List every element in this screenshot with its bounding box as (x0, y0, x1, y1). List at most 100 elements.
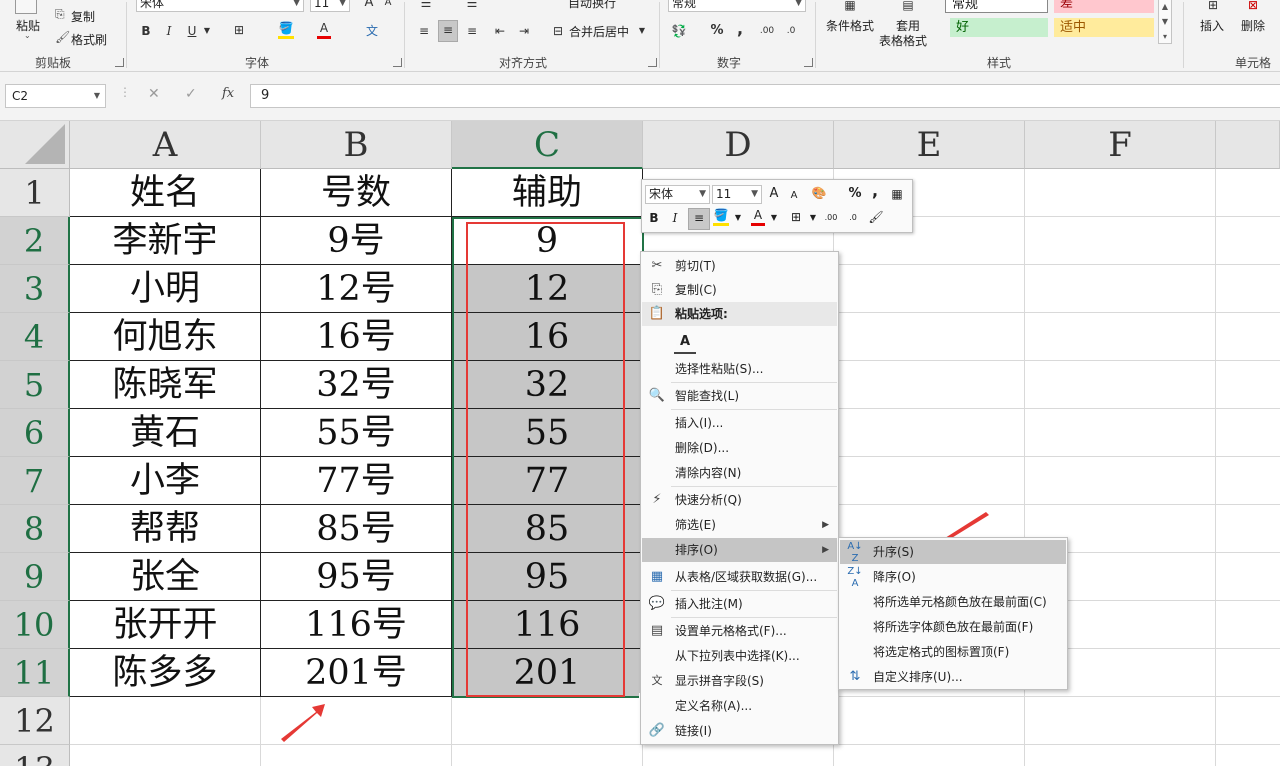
align-center-icon[interactable]: ≡ (438, 20, 458, 42)
cell-c1[interactable]: 辅助 (452, 169, 643, 217)
column-header-e[interactable]: E (834, 121, 1025, 169)
decrease-decimal-icon[interactable]: .0 (782, 22, 800, 40)
cell-a6[interactable]: 黄石 (70, 409, 261, 457)
fill-color-icon[interactable]: 🪣 (278, 20, 294, 39)
cell-b2[interactable]: 9号 (261, 217, 452, 265)
mini-borders-icon[interactable]: ⊞ (788, 208, 804, 226)
cell-b1[interactable]: 号数 (261, 169, 452, 217)
cell-b5[interactable]: 32号 (261, 361, 452, 409)
table-format-button-line2[interactable]: 表格格式 (879, 32, 927, 49)
mini-font-size-select[interactable]: 11 ▼ (712, 185, 762, 204)
chevron-down-icon[interactable]: ▼ (809, 209, 817, 227)
underline-dropdown-icon[interactable]: ▼ (203, 22, 211, 40)
submenu-item-sort-asc[interactable]: A↓ Z 升序(S) (840, 540, 1066, 564)
cell-a7[interactable]: 小李 (70, 457, 261, 505)
cell-a8[interactable]: 帮帮 (70, 505, 261, 553)
format-painter-button[interactable]: 格式刷 (71, 31, 107, 48)
row-header-9[interactable]: 9 (0, 553, 70, 601)
borders-icon[interactable]: ⊞ (232, 21, 246, 39)
cell-b4[interactable]: 16号 (261, 313, 452, 361)
number-launcher-icon[interactable] (804, 58, 813, 67)
cell-b8[interactable]: 85号 (261, 505, 452, 553)
row-header-13[interactable]: 13 (0, 745, 70, 766)
row-header-3[interactable]: 3 (0, 265, 70, 313)
decrease-indent-icon[interactable]: ⇤ (492, 22, 508, 40)
underline-button[interactable]: U (185, 22, 199, 40)
cell-a9[interactable]: 张全 (70, 553, 261, 601)
align-middle-icon[interactable]: ☰ (464, 0, 480, 12)
mini-increase-decimal-icon[interactable]: .00 (823, 209, 839, 227)
increase-indent-icon[interactable]: ⇥ (516, 22, 532, 40)
paste-dropdown-icon[interactable]: ⌄ (24, 31, 31, 40)
submenu-item-sort-desc[interactable]: Z↓ A 降序(O) (840, 565, 1066, 589)
cell-a10[interactable]: 张开开 (70, 601, 261, 649)
increase-font-button[interactable]: A (362, 0, 376, 12)
chevron-down-icon[interactable]: ▼ (770, 209, 778, 227)
row-header-11[interactable]: 11 (0, 649, 70, 697)
paste-icon[interactable] (15, 0, 37, 14)
column-header-c[interactable]: C (452, 121, 643, 169)
mini-decrease-font-icon[interactable]: A (788, 187, 800, 205)
cell-c12[interactable] (452, 697, 643, 745)
cell-a2[interactable]: 李新宇 (70, 217, 261, 265)
mini-italic-button[interactable]: I (669, 209, 681, 227)
column-header-g[interactable] (1216, 121, 1280, 169)
row-header-6[interactable]: 6 (0, 409, 70, 457)
cell-b9[interactable]: 95号 (261, 553, 452, 601)
menu-item-sort[interactable]: 排序(O) ▶ (642, 538, 837, 562)
row-header-7[interactable]: 7 (0, 457, 70, 505)
mini-cell-style-icon[interactable]: 🎨 (808, 184, 830, 202)
font-launcher-icon[interactable] (393, 58, 402, 67)
submenu-item-icon-top[interactable]: 将选定格式的图标置顶(F) (840, 640, 1066, 664)
cell-a11[interactable]: 陈多多 (70, 649, 261, 697)
cell-a1[interactable]: 姓名 (70, 169, 261, 217)
menu-item-pick-list[interactable]: 从下拉列表中选择(K)... (642, 644, 837, 668)
mini-decrease-decimal-icon[interactable]: .0 (845, 209, 861, 227)
menu-item-from-table[interactable]: ▦ 从表格/区域获取数据(G)... (642, 565, 837, 589)
menu-item-filter[interactable]: 筛选(E) ▶ (642, 513, 837, 537)
font-size-select[interactable]: 11 ▼ (310, 0, 350, 12)
phonetic-button[interactable]: 文 (364, 22, 380, 40)
chevron-down-icon[interactable]: ▼ (94, 85, 100, 107)
number-format-select[interactable]: 常规 ▼ (668, 0, 806, 12)
row-header-10[interactable]: 10 (0, 601, 70, 649)
column-header-d[interactable]: D (643, 121, 834, 169)
mini-format-icon[interactable]: ▦ (888, 185, 906, 203)
menu-item-clear[interactable]: 清除内容(N) (642, 461, 837, 485)
menu-item-insert-comment[interactable]: 💬 插入批注(M) (642, 592, 837, 616)
chevron-down-icon[interactable]: ▼ (734, 209, 742, 227)
row-header-8[interactable]: 8 (0, 505, 70, 553)
cell-a12[interactable] (70, 697, 261, 745)
submenu-item-custom-sort[interactable]: ⇅ 自定义排序(U)... (840, 665, 1066, 689)
mini-percent-button[interactable]: % (847, 185, 863, 203)
cell-b10[interactable]: 116号 (261, 601, 452, 649)
delete-cells-button[interactable]: 删除 (1241, 17, 1265, 34)
menu-item-phonetic[interactable]: 文显示拼音字段(S) (642, 669, 837, 693)
paste-option-keep-text-icon[interactable]: A (674, 330, 696, 354)
align-top-icon[interactable]: ☰ (418, 0, 434, 12)
style-bad[interactable]: 差 (1054, 0, 1154, 13)
comma-button[interactable]: , (735, 20, 745, 38)
menu-item-format-cells[interactable]: ▤ 设置单元格格式(F)... (642, 619, 837, 643)
copy-button[interactable]: 复制 (71, 8, 95, 25)
mini-fill-color-icon[interactable]: 🪣 (713, 207, 729, 226)
menu-item-link[interactable]: 🔗 链接(I) (642, 719, 837, 743)
cell-a5[interactable]: 陈晓军 (70, 361, 261, 409)
name-box[interactable]: C2 ▼ (5, 84, 106, 108)
cell-b13[interactable] (261, 745, 452, 766)
align-right-icon[interactable]: ≡ (464, 22, 480, 40)
row-header-12[interactable]: 12 (0, 697, 70, 745)
column-header-f[interactable]: F (1025, 121, 1216, 169)
enter-icon[interactable]: ✓ (185, 86, 197, 102)
conditional-format-button[interactable]: 条件格式 (826, 17, 874, 34)
row-header-1[interactable]: 1 (0, 169, 70, 217)
mini-format-painter-icon[interactable]: 🖌 (868, 208, 884, 226)
insert-cells-button[interactable]: 插入 (1200, 17, 1224, 34)
cell-b3[interactable]: 12号 (261, 265, 452, 313)
mini-font-name-select[interactable]: 宋体 ▼ (645, 185, 710, 204)
menu-item-copy[interactable]: ⎘ 复制(C) (642, 278, 837, 302)
font-name-select[interactable]: 宋体 ▼ (136, 0, 304, 12)
row-header-4[interactable]: 4 (0, 313, 70, 361)
italic-button[interactable]: I (162, 22, 176, 40)
merge-center-button[interactable]: 合并后居中 (569, 23, 629, 40)
